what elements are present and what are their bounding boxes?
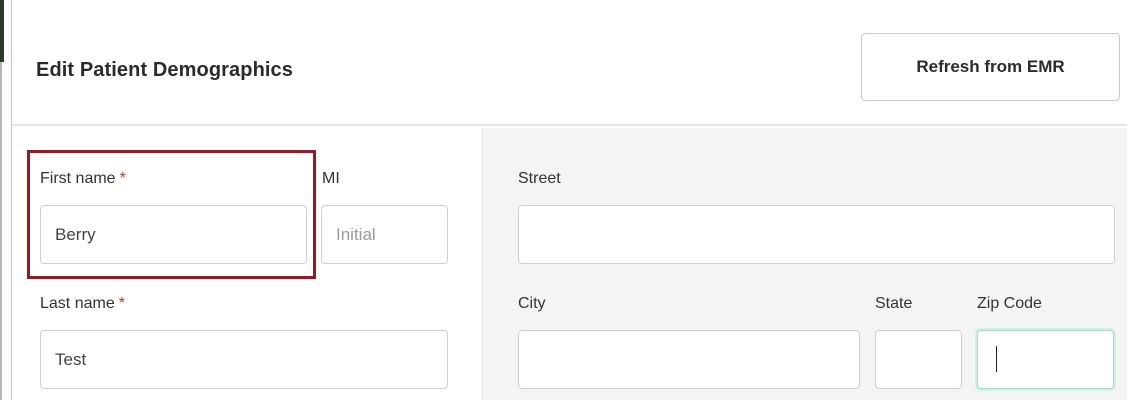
required-marker: *: [119, 170, 126, 187]
dialog-header: Edit Patient Demographics Refresh from E…: [12, 0, 1127, 126]
city-label: City: [518, 295, 546, 312]
window-edge-light: [0, 62, 2, 400]
zip-code-input[interactable]: [977, 330, 1114, 389]
street-label: Street: [518, 170, 561, 187]
street-input[interactable]: [518, 205, 1115, 264]
text-caret: [996, 346, 997, 372]
page-title: Edit Patient Demographics: [36, 59, 293, 81]
city-input[interactable]: [518, 330, 860, 389]
middle-initial-input[interactable]: [321, 205, 448, 264]
last-name-label: Last name *: [40, 295, 125, 313]
last-name-input[interactable]: [40, 330, 448, 389]
mi-label: MI: [322, 170, 340, 187]
window-edge-dark: [0, 0, 4, 62]
zip-code-label: Zip Code: [977, 295, 1042, 312]
first-name-label: First name *: [40, 170, 126, 188]
first-name-input[interactable]: [40, 205, 307, 264]
first-name-label-text: First name: [40, 170, 116, 187]
refresh-from-emr-button[interactable]: Refresh from EMR: [861, 33, 1120, 101]
state-label: State: [875, 295, 913, 312]
required-marker: *: [118, 295, 125, 312]
state-input[interactable]: [875, 330, 962, 389]
last-name-label-text: Last name: [40, 295, 115, 312]
